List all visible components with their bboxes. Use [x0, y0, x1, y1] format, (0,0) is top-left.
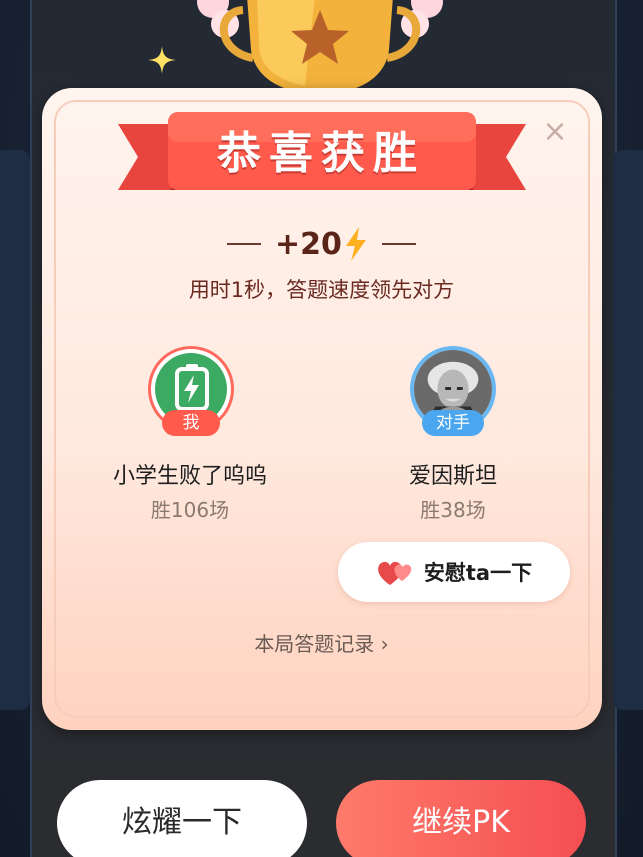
lightning-icon [345, 227, 366, 261]
opponent-name: 爱因斯坦 [408, 464, 497, 489]
show-off-button[interactable]: 炫耀一下 [57, 780, 307, 857]
opponent-badge: 对手 [422, 410, 484, 436]
score-row: +20 [0, 222, 643, 266]
answer-record-link[interactable]: 本局答题记录 › [0, 628, 643, 657]
divider-right [381, 243, 416, 245]
result-subtitle: 用时1秒，答题速度领先对方 [188, 278, 455, 302]
result-screen: × 恭喜获胜 +20 用时1秒，答题速度领先对方 我 小学生败了呜呜 胜106场 [0, 0, 643, 857]
close-button[interactable]: × [540, 117, 570, 148]
comfort-button-label: 安慰ta一下 [423, 561, 533, 585]
my-wins: 胜106场 [150, 498, 230, 522]
sparkle-icon [148, 46, 176, 74]
close-icon[interactable]: × [542, 114, 567, 149]
me-badge: 我 [162, 410, 220, 436]
hearts-icon [378, 561, 412, 585]
page-title: 恭喜获胜 [217, 128, 425, 179]
opponent-wins: 胜38场 [420, 498, 486, 522]
comfort-button[interactable]: 安慰ta一下 [338, 542, 570, 602]
divider-left [227, 243, 262, 245]
my-name: 小学生败了呜呜 [112, 464, 267, 489]
score-value: +20 [275, 226, 342, 262]
continue-pk-button[interactable]: 继续PK [336, 780, 586, 857]
